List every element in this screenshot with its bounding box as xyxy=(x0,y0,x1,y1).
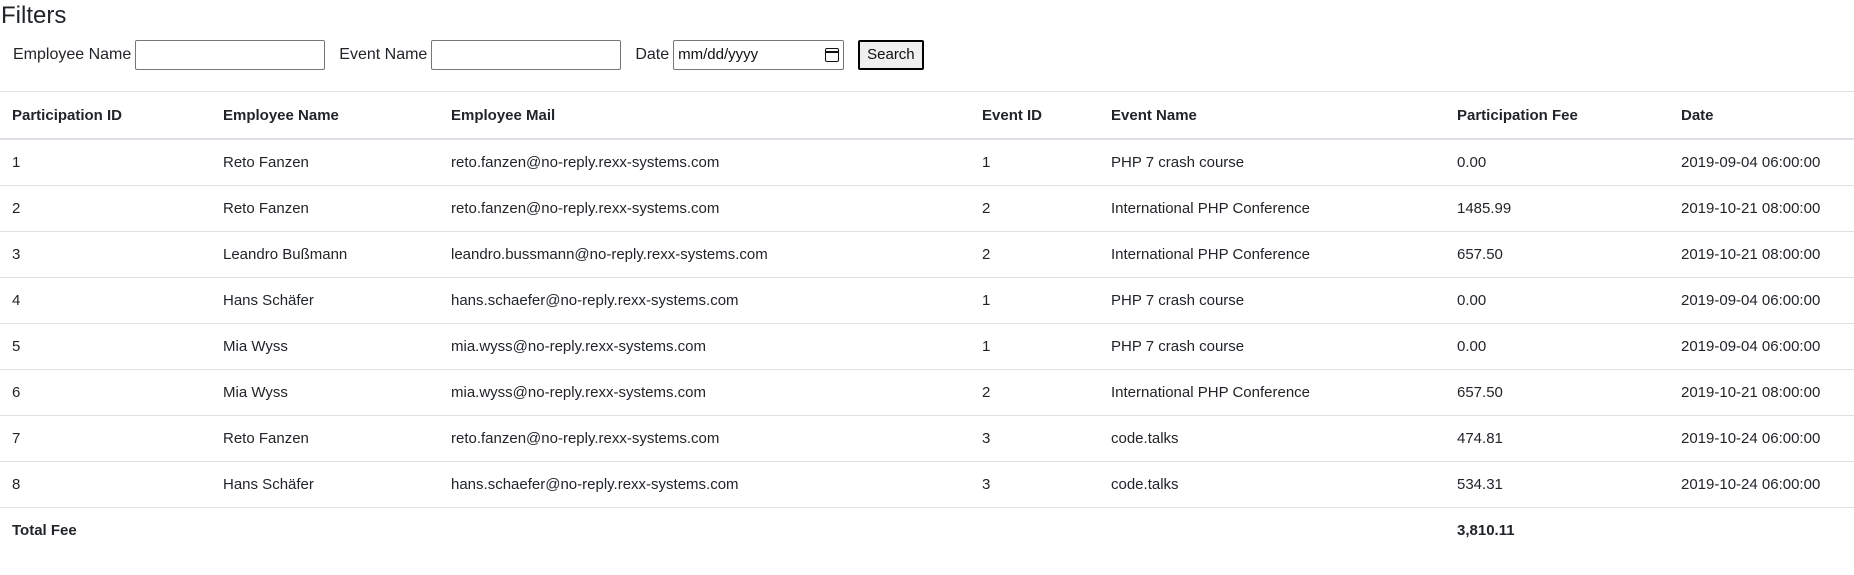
cell-event-name: PHP 7 crash course xyxy=(1099,277,1445,324)
date-placeholder: mm/dd/yyyy xyxy=(678,46,759,63)
cell-participation-id: 6 xyxy=(0,369,211,416)
cell-employee-name: Reto Fanzen xyxy=(211,185,439,232)
cell-event-id: 3 xyxy=(970,461,1099,508)
table-row: 6 Mia Wyss mia.wyss@no-reply.rexx-system… xyxy=(0,369,1854,416)
filters-title: Filters xyxy=(1,2,67,29)
empty-cell xyxy=(439,507,970,553)
cell-event-id: 1 xyxy=(970,277,1099,324)
cell-date: 2019-09-04 06:00:00 xyxy=(1669,323,1854,370)
cell-event-id: 1 xyxy=(982,154,991,171)
cell-event-id: 3 xyxy=(970,415,1099,462)
cell-event-name: PHP 7 crash course xyxy=(1099,323,1445,370)
employee-name-input[interactable] xyxy=(135,39,326,70)
cell-employee-name: Reto Fanzen xyxy=(223,154,309,171)
cell-event-id: 1 xyxy=(970,323,1099,370)
cell-employee-mail: mia.wyss@no-reply.rexx-systems.com xyxy=(439,323,970,370)
empty-cell xyxy=(1099,507,1445,553)
date-input[interactable]: mm/dd/yyyy xyxy=(673,39,845,70)
cell-participation-fee: 1485.99 xyxy=(1445,185,1669,232)
cell-participation-fee: 0.00 xyxy=(1445,277,1669,324)
cell-date: 2019-10-21 08:00:00 xyxy=(1669,369,1854,416)
cell-event-id: 2 xyxy=(970,369,1099,416)
event-name-input[interactable] xyxy=(431,39,622,70)
cell-event-name: International PHP Conference xyxy=(1099,185,1445,232)
table-body: 1 Reto Fanzen reto.fanzen@no-reply.rexx-… xyxy=(0,139,1854,508)
participation-table-container: Participation ID Employee Name Employee … xyxy=(0,91,1854,553)
cell-participation-id: 3 xyxy=(0,231,211,278)
total-fee-label: Total Fee xyxy=(0,507,211,553)
cell-date: 2019-10-21 08:00:00 xyxy=(1669,185,1854,232)
table-row: 3 Leandro Bußmann leandro.bussmann@no-re… xyxy=(0,231,1854,278)
filter-form: Employee Name Event Name Date mm/dd/yyyy… xyxy=(13,39,924,70)
event-name-label: Event Name xyxy=(339,45,428,63)
cell-employee-name: Leandro Bußmann xyxy=(211,231,439,278)
empty-cell xyxy=(1669,507,1854,553)
cell-employee-name: Mia Wyss xyxy=(211,369,439,416)
cell-participation-id: 2 xyxy=(0,185,211,232)
page: Filters Employee Name Event Name Date mm… xyxy=(0,0,1854,575)
cell-event-name: International PHP Conference xyxy=(1099,369,1445,416)
cell-employee-mail: hans.schaefer@no-reply.rexx-systems.com xyxy=(439,277,970,324)
header-date: Date xyxy=(1669,91,1854,140)
search-button[interactable]: Search xyxy=(858,39,924,70)
header-employee-mail: Employee Mail xyxy=(439,91,970,140)
table-footer: Total Fee 3,810.11 xyxy=(0,507,1854,553)
header-event-name: Event Name xyxy=(1099,91,1445,140)
cell-employee-name: Hans Schäfer xyxy=(211,277,439,324)
table-header: Participation ID Employee Name Employee … xyxy=(0,91,1854,140)
cell-participation-id: 5 xyxy=(0,323,211,370)
table-row: 2 Reto Fanzen reto.fanzen@no-reply.rexx-… xyxy=(0,185,1854,232)
cell-event-id: 2 xyxy=(970,231,1099,278)
cell-event-name: International PHP Conference xyxy=(1099,231,1445,278)
cell-participation-fee: 657.50 xyxy=(1445,369,1669,416)
cell-employee-mail: leandro.bussmann@no-reply.rexx-systems.c… xyxy=(439,231,970,278)
header-participation-fee: Participation Fee xyxy=(1445,91,1669,140)
table-row: 8 Hans Schäfer hans.schaefer@no-reply.re… xyxy=(0,461,1854,508)
cell-participation-id: 1 xyxy=(12,154,21,171)
cell-participation-id: 7 xyxy=(0,415,211,462)
cell-employee-mail: reto.fanzen@no-reply.rexx-systems.com xyxy=(439,185,970,232)
total-row: Total Fee 3,810.11 xyxy=(0,507,1854,553)
header-row: Participation ID Employee Name Employee … xyxy=(0,91,1854,140)
cell-employee-mail: reto.fanzen@no-reply.rexx-systems.com xyxy=(439,415,970,462)
cell-participation-id: 4 xyxy=(0,277,211,324)
empty-cell xyxy=(211,507,439,553)
header-event-id: Event ID xyxy=(970,91,1099,140)
table-row: 7 Reto Fanzen reto.fanzen@no-reply.rexx-… xyxy=(0,415,1854,462)
cell-participation-id: 8 xyxy=(0,461,211,508)
cell-participation-fee: 657.50 xyxy=(1445,231,1669,278)
cell-participation-fee: 0.00 xyxy=(1457,154,1487,171)
table-row: 5 Mia Wyss mia.wyss@no-reply.rexx-system… xyxy=(0,323,1854,370)
cell-employee-name: Mia Wyss xyxy=(211,323,439,370)
cell-event-name: code.talks xyxy=(1099,461,1445,508)
cell-date: 2019-10-24 06:00:00 xyxy=(1669,461,1854,508)
cell-event-name: PHP 7 crash course xyxy=(1111,154,1245,171)
calendar-icon[interactable] xyxy=(825,47,840,62)
empty-cell xyxy=(970,507,1099,553)
cell-employee-name: Hans Schäfer xyxy=(211,461,439,508)
employee-name-label: Employee Name xyxy=(13,45,132,63)
date-label: Date xyxy=(635,45,670,63)
table-row: 4 Hans Schäfer hans.schaefer@no-reply.re… xyxy=(0,277,1854,324)
cell-employee-mail: hans.schaefer@no-reply.rexx-systems.com xyxy=(439,461,970,508)
total-fee-value: 3,810.11 xyxy=(1445,507,1669,553)
cell-participation-fee: 0.00 xyxy=(1445,323,1669,370)
cell-employee-mail: reto.fanzen@no-reply.rexx-systems.com xyxy=(451,154,720,171)
table-row: 1 Reto Fanzen reto.fanzen@no-reply.rexx-… xyxy=(0,139,1854,186)
participation-table: Participation ID Employee Name Employee … xyxy=(0,91,1854,553)
cell-date: 2019-10-21 08:00:00 xyxy=(1669,231,1854,278)
cell-participation-fee: 534.31 xyxy=(1445,461,1669,508)
header-participation-id: Participation ID xyxy=(0,91,211,140)
cell-employee-mail: mia.wyss@no-reply.rexx-systems.com xyxy=(439,369,970,416)
cell-employee-name: Reto Fanzen xyxy=(211,415,439,462)
cell-date: 2019-10-24 06:00:00 xyxy=(1669,415,1854,462)
cell-date: 2019-09-04 06:00:00 xyxy=(1669,277,1854,324)
cell-event-name: code.talks xyxy=(1099,415,1445,462)
header-employee-name: Employee Name xyxy=(211,91,439,140)
cell-event-id: 2 xyxy=(970,185,1099,232)
cell-date: 2019-09-04 06:00:00 xyxy=(1681,154,1821,171)
cell-participation-fee: 474.81 xyxy=(1445,415,1669,462)
